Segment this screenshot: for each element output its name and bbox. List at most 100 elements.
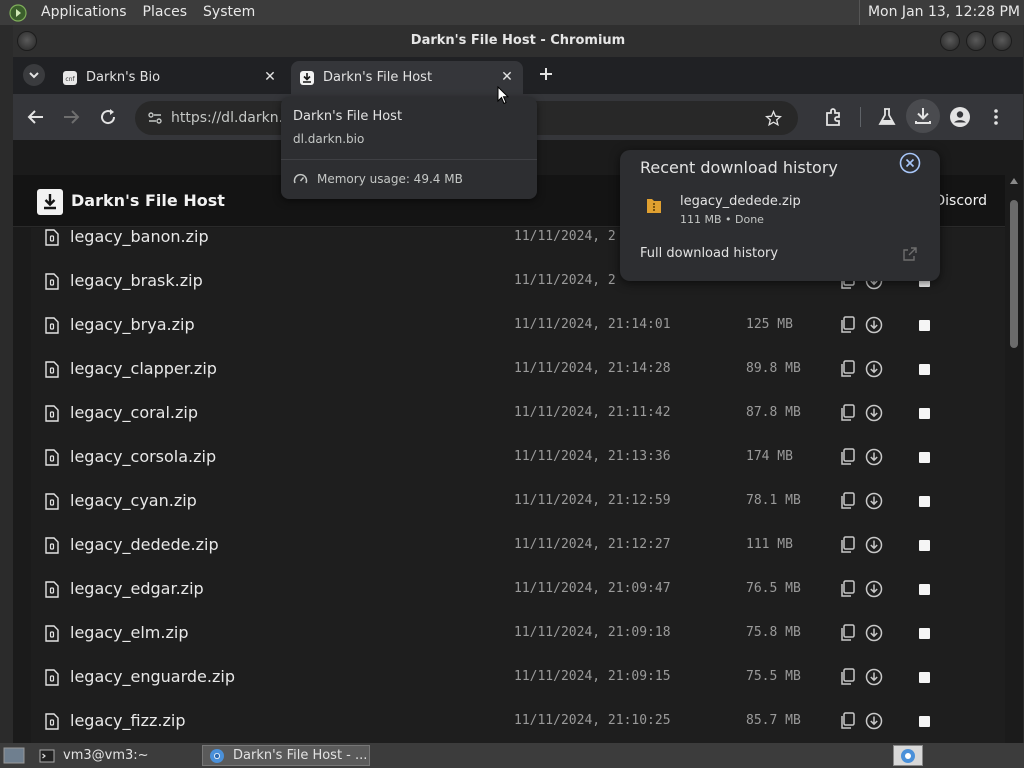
select-checkbox[interactable]	[919, 364, 930, 375]
copy-link-icon[interactable]	[839, 668, 855, 686]
select-checkbox[interactable]	[919, 496, 930, 507]
download-file-icon[interactable]	[865, 316, 883, 334]
file-name[interactable]: legacy_fizz.zip	[70, 699, 185, 743]
open-external-icon[interactable]	[902, 246, 918, 262]
file-name[interactable]: legacy_corsola.zip	[70, 435, 216, 479]
copy-link-icon[interactable]	[839, 360, 855, 378]
file-row[interactable]: legacy_fizz.zip 11/11/2024, 21:10:25 85.7 …	[31, 699, 1005, 743]
show-desktop-icon[interactable]	[3, 747, 25, 764]
workspace-switcher[interactable]	[893, 745, 923, 766]
full-download-history-link[interactable]: Full download history	[640, 246, 778, 261]
site-logo-icon[interactable]	[37, 189, 63, 215]
download-file-icon[interactable]	[865, 492, 883, 510]
labs-flask-icon[interactable]	[875, 105, 899, 129]
nav-discord-link[interactable]: Discord	[934, 175, 987, 227]
extensions-icon[interactable]	[822, 105, 846, 129]
site-info-icon[interactable]	[147, 110, 163, 126]
reload-icon[interactable]	[96, 105, 120, 129]
menu-applications[interactable]: Applications	[33, 0, 135, 25]
bookmark-star-icon[interactable]	[765, 110, 782, 127]
select-checkbox[interactable]	[919, 716, 930, 727]
select-checkbox[interactable]	[919, 584, 930, 595]
more-menu-icon[interactable]	[984, 105, 1008, 129]
download-file-icon[interactable]	[865, 624, 883, 642]
file-name[interactable]: legacy_dedede.zip	[70, 523, 219, 567]
file-name[interactable]: legacy_brya.zip	[70, 303, 195, 347]
window-menu-button[interactable]	[17, 31, 37, 51]
system-logo-icon[interactable]	[9, 3, 27, 22]
tab-search-icon[interactable]	[22, 63, 46, 87]
download-file-icon[interactable]	[865, 448, 883, 466]
copy-link-icon[interactable]	[839, 580, 855, 598]
maximize-button[interactable]	[966, 31, 986, 51]
file-name[interactable]: legacy_brask.zip	[70, 259, 203, 303]
close-tab-icon[interactable]: ✕	[262, 69, 278, 85]
clock[interactable]: Mon Jan 13, 12:28 PM	[858, 0, 1020, 25]
download-item-name[interactable]: legacy_dedede.zip	[680, 194, 801, 209]
profile-avatar-icon[interactable]	[948, 105, 972, 129]
copy-link-icon[interactable]	[839, 316, 855, 334]
select-checkbox[interactable]	[919, 672, 930, 683]
copy-link-icon[interactable]	[839, 404, 855, 422]
close-tab-icon[interactable]: ✕	[499, 69, 515, 85]
file-name[interactable]: legacy_banon.zip	[70, 228, 209, 259]
select-checkbox[interactable]	[919, 628, 930, 639]
file-row[interactable]: legacy_brya.zip 11/11/2024, 21:14:01 125 M…	[31, 303, 1005, 347]
file-row[interactable]: legacy_enguarde.zip 11/11/2024, 21:09:15 7…	[31, 655, 1005, 699]
copy-link-icon[interactable]	[839, 536, 855, 554]
file-name[interactable]: legacy_clapper.zip	[70, 347, 217, 391]
page-scrollbar[interactable]	[1005, 175, 1023, 743]
close-window-button[interactable]	[992, 31, 1012, 51]
scrollbar-thumb[interactable]	[1010, 200, 1018, 348]
copy-link-icon[interactable]	[839, 448, 855, 466]
menu-system[interactable]: System	[195, 0, 263, 25]
download-file-icon[interactable]	[865, 404, 883, 422]
forward-icon[interactable]	[59, 105, 83, 129]
window-titlebar[interactable]: Darkn's File Host - Chromium	[13, 25, 1023, 57]
file-row[interactable]: legacy_cyan.zip 11/11/2024, 21:12:59 78.1 …	[31, 479, 1005, 523]
select-checkbox[interactable]	[919, 540, 930, 551]
file-name[interactable]: legacy_enguarde.zip	[70, 655, 235, 699]
download-file-icon[interactable]	[865, 536, 883, 554]
site-title[interactable]: Darkn's File Host	[71, 175, 225, 227]
select-checkbox[interactable]	[919, 320, 930, 331]
taskbar-item-terminal[interactable]: vm3@vm3:~	[33, 745, 197, 766]
tab-label: Darkn's File Host	[323, 70, 433, 85]
file-name[interactable]: legacy_cyan.zip	[70, 479, 197, 523]
file-size: 75.8 MB	[746, 625, 801, 640]
back-icon[interactable]	[24, 105, 48, 129]
file-name[interactable]: legacy_coral.zip	[70, 391, 198, 435]
file-date: 11/11/2024, 21:12:27	[514, 537, 671, 552]
downloads-button[interactable]	[906, 99, 940, 133]
file-size: 78.1 MB	[746, 493, 801, 508]
taskbar-item-label: Darkn's File Host - ...	[233, 748, 368, 763]
select-checkbox[interactable]	[919, 452, 930, 463]
file-row[interactable]: legacy_edgar.zip 11/11/2024, 21:09:47 76.5…	[31, 567, 1005, 611]
menu-places[interactable]: Places	[135, 0, 196, 25]
tab-darkns-file-host[interactable]: Darkn's File Host ✕	[291, 61, 523, 94]
file-row[interactable]: legacy_dedede.zip 11/11/2024, 21:12:27 111…	[31, 523, 1005, 567]
copy-link-icon[interactable]	[839, 624, 855, 642]
file-row[interactable]: legacy_elm.zip 11/11/2024, 21:09:18 75.8 M…	[31, 611, 1005, 655]
close-bubble-icon[interactable]	[899, 152, 921, 174]
mouse-cursor-icon	[497, 86, 509, 105]
select-checkbox[interactable]	[919, 408, 930, 419]
file-name[interactable]: legacy_edgar.zip	[70, 567, 204, 611]
file-name[interactable]: legacy_elm.zip	[70, 611, 188, 655]
file-row[interactable]: legacy_corsola.zip 11/11/2024, 21:13:36 17…	[31, 435, 1005, 479]
minimize-button[interactable]	[940, 31, 960, 51]
file-row[interactable]: legacy_coral.zip 11/11/2024, 21:11:42 87.8…	[31, 391, 1005, 435]
copy-link-icon[interactable]	[839, 492, 855, 510]
download-file-icon[interactable]	[865, 580, 883, 598]
download-file-icon[interactable]	[865, 712, 883, 730]
hover-card-memory: Memory usage: 49.4 MB	[317, 172, 463, 186]
download-file-icon[interactable]	[865, 360, 883, 378]
zip-file-icon	[647, 199, 661, 213]
scroll-up-arrow-icon[interactable]	[1010, 178, 1018, 184]
file-row[interactable]: legacy_clapper.zip 11/11/2024, 21:14:28 89…	[31, 347, 1005, 391]
taskbar-item-chromium[interactable]: Darkn's File Host - ...	[202, 745, 370, 766]
copy-link-icon[interactable]	[839, 712, 855, 730]
tab-darkns-bio[interactable]: cnf Darkn's Bio ✕	[58, 61, 286, 94]
new-tab-icon[interactable]	[536, 64, 556, 84]
download-file-icon[interactable]	[865, 668, 883, 686]
